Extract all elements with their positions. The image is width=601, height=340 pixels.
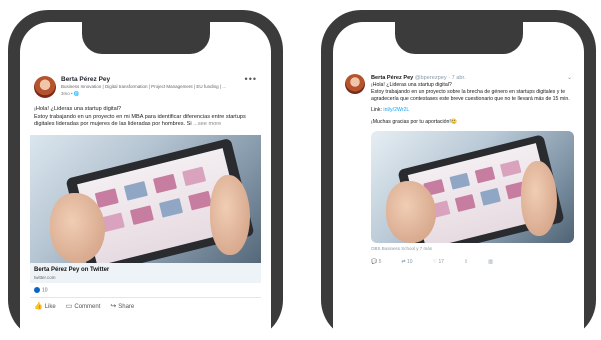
post-text: ¡Hola! ¿Lideras una startup digital? Est… xyxy=(30,104,261,131)
retweet-icon: ⇄ xyxy=(401,258,406,265)
phone-twitter: Berta Pérez Pey @bperezpey · 7 abr. ⌄ ¡H… xyxy=(321,10,596,340)
author-handle: @bperezpey · 7 abr. xyxy=(414,75,466,81)
comment-icon: ▭ xyxy=(65,302,73,310)
post-image[interactable] xyxy=(30,134,261,263)
tweet-actions: 💬 5 ⇄ 10 ♡ 17 ⇪ ▥ xyxy=(371,259,574,265)
reply-icon: 💬 xyxy=(371,258,378,265)
retweet-button[interactable]: ⇄ 10 xyxy=(401,259,412,265)
hand-graphic xyxy=(50,192,105,263)
see-more-link[interactable]: ...see more xyxy=(193,121,221,127)
post-actions: 👍 Like ▭ Comment ↪ Share xyxy=(30,298,261,314)
hand-graphic xyxy=(210,174,250,255)
linkedin-post: Berta Pérez Pey Business Innovation | Di… xyxy=(30,72,261,340)
thumbs-up-icon: 👍 xyxy=(34,302,43,310)
like-button[interactable]: ♡ 17 xyxy=(433,259,444,265)
avatar[interactable] xyxy=(345,74,365,94)
post-line-1: ¡Hola! ¿Lideras una startup digital? xyxy=(34,106,122,112)
link-label: Link: xyxy=(371,107,382,114)
post-time: 3mo • 🌐 xyxy=(61,91,80,96)
tweet-header: Berta Pérez Pey @bperezpey · 7 abr. ⌄ xyxy=(343,72,574,94)
share-button[interactable]: ⇪ xyxy=(464,259,468,265)
tweet: Berta Pérez Pey @bperezpey · 7 abr. ⌄ ¡H… xyxy=(343,72,574,340)
analytics-button[interactable]: ▥ xyxy=(488,259,493,265)
link-preview[interactable]: Berta Pérez Pey on Twitter twitter.com xyxy=(30,262,261,283)
post-header: Berta Pérez Pey Business Innovation | Di… xyxy=(30,72,261,104)
comment-button[interactable]: ▭ Comment xyxy=(66,302,101,310)
phone-notch xyxy=(81,22,210,54)
share-icon: ⇪ xyxy=(464,258,469,265)
tweet-author[interactable]: Berta Pérez Pey @bperezpey · 7 abr. xyxy=(371,75,466,81)
analytics-icon: ▥ xyxy=(488,258,493,265)
like-button[interactable]: 👍 Like xyxy=(34,302,56,310)
chevron-down-icon[interactable]: ⌄ xyxy=(567,74,572,81)
author-name: Berta Pérez Pey xyxy=(371,75,414,81)
tweet-source[interactable]: OBS Business School y 7 más xyxy=(371,246,574,251)
like-reaction-icon xyxy=(34,286,40,293)
phone-notch xyxy=(394,22,523,54)
share-icon: ↪ xyxy=(110,302,117,310)
hand-graphic xyxy=(386,180,436,243)
author-name[interactable]: Berta Pérez Pey xyxy=(61,76,110,83)
link-title: Berta Pérez Pey on Twitter xyxy=(34,266,110,273)
phone-linkedin: Berta Pérez Pey Business Innovation | Di… xyxy=(8,10,283,340)
author-headline: Business Innovation | Digital transforma… xyxy=(61,84,227,89)
thanks-text: ¡Muchas gracias por tu aportación! xyxy=(371,119,451,126)
reactions-count[interactable]: 10 xyxy=(30,283,261,298)
tweet-image[interactable] xyxy=(371,130,574,243)
hand-graphic xyxy=(521,160,557,236)
phone-screen: Berta Pérez Pey @bperezpey · 7 abr. ⌄ ¡H… xyxy=(333,22,584,340)
smile-emoji-icon: 🙂 xyxy=(450,119,458,126)
link-domain: twitter.com xyxy=(34,274,56,280)
heart-icon: ♡ xyxy=(432,258,438,265)
tweet-link[interactable]: inl/y/2Wr2L xyxy=(383,107,409,113)
phone-screen: Berta Pérez Pey Business Innovation | Di… xyxy=(20,22,271,340)
more-options-icon[interactable]: ••• xyxy=(245,74,257,84)
avatar[interactable] xyxy=(34,76,56,98)
reply-button[interactable]: 💬 5 xyxy=(371,259,381,265)
share-button[interactable]: ↪ Share xyxy=(110,302,134,310)
